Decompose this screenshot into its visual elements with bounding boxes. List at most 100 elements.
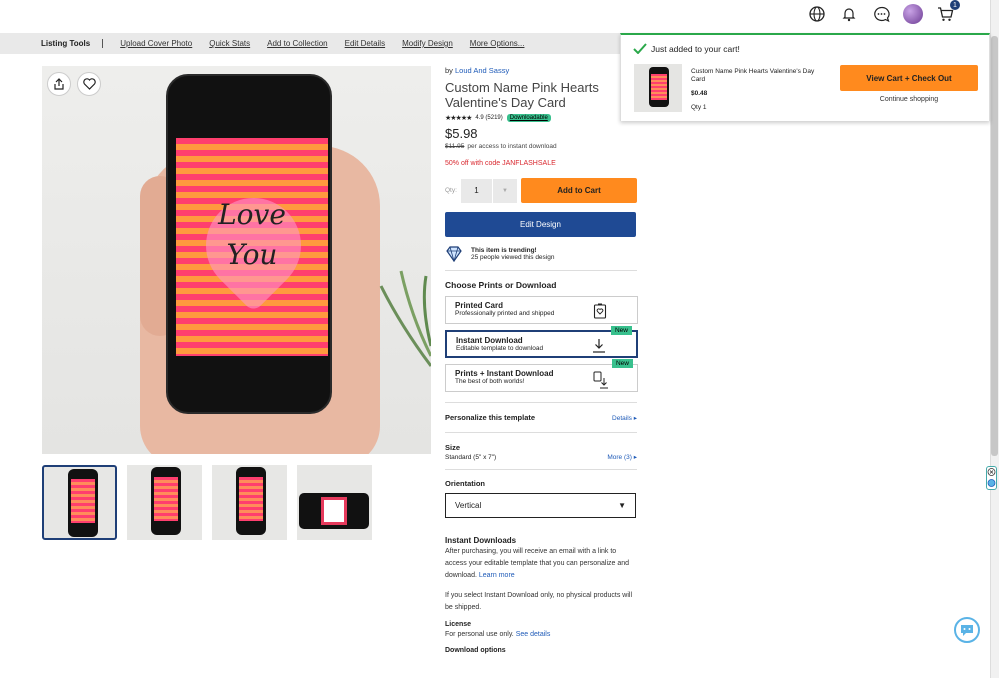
- learn-more-link[interactable]: Learn more: [479, 572, 515, 579]
- printed-card-icon: [593, 303, 607, 319]
- side-widget[interactable]: [986, 466, 997, 490]
- thumbnail-4[interactable]: [297, 465, 372, 540]
- thumbnail-1[interactable]: [42, 465, 117, 540]
- trending-sub: 25 people viewed this design: [471, 254, 555, 261]
- continue-shopping-link[interactable]: Continue shopping: [840, 96, 978, 103]
- orientation-select[interactable]: Vertical ▼: [445, 493, 636, 518]
- share-button[interactable]: [47, 72, 71, 96]
- personalize-details-link[interactable]: Details ▸: [612, 414, 637, 422]
- close-icon: [987, 468, 996, 487]
- phone-thumb-image: [151, 467, 181, 535]
- help-chat-icon: [961, 625, 973, 636]
- heart-icon: [82, 78, 96, 90]
- add-to-cart-button[interactable]: Add to Cart: [521, 178, 637, 203]
- bell-icon[interactable]: [839, 4, 859, 24]
- thumbnail-strip: [42, 465, 372, 540]
- top-bar: 1: [0, 0, 999, 33]
- rating-row: ★★★★★ 4.9 (5219) Downloadable: [445, 114, 637, 122]
- personalize-row: Personalize this template Details ▸: [445, 413, 637, 422]
- cart-item-name: Custom Name Pink Hearts Valentine's Day …: [691, 68, 815, 83]
- plant-decoration: [379, 270, 431, 367]
- size-value: Standard (5" x 7"): [445, 454, 497, 461]
- phone-landscape-thumb-image: [299, 493, 369, 529]
- chat-icon[interactable]: [871, 4, 891, 24]
- chevron-down-icon[interactable]: ▼: [493, 178, 517, 203]
- trending-title: This item is trending!: [471, 247, 537, 254]
- size-label: Size: [445, 443, 461, 452]
- option-printed-card[interactable]: Printed Card Professionally printed and …: [445, 296, 638, 324]
- popup-header: Just added to your cart!: [633, 43, 740, 54]
- size-more-text: More (3): [607, 453, 632, 461]
- qty-label: Qty:: [445, 187, 457, 194]
- phone-thumb-image: [236, 467, 266, 535]
- phone-mockup: Love You: [166, 74, 332, 414]
- promo-text: 50% off with code JANFLASHSALE: [445, 160, 556, 167]
- instant-para1: After purchasing, you will receive an em…: [445, 548, 630, 579]
- seller-line: by Loud And Sassy: [445, 66, 637, 75]
- option-title: Instant Download: [456, 336, 523, 345]
- thumb-screen: [239, 477, 263, 521]
- thumbnail-2[interactable]: [127, 465, 202, 540]
- quantity-input[interactable]: 1: [461, 178, 492, 203]
- rating-count[interactable]: 4.9 (5219): [475, 115, 502, 121]
- listing-tools-title: Listing Tools: [41, 39, 104, 48]
- thumb-screen: [321, 497, 347, 525]
- price: $5.98: [445, 126, 478, 141]
- by-prefix: by: [445, 66, 453, 75]
- seller-link[interactable]: Loud And Sassy: [455, 66, 509, 75]
- option-instant-download[interactable]: Instant Download Editable template to do…: [445, 326, 638, 358]
- edit-details-link[interactable]: Edit Details: [345, 39, 385, 48]
- view-cart-checkout-button[interactable]: View Cart + Check Out: [840, 65, 978, 91]
- quantity-row: Qty: 1 ▼ Add to Cart: [445, 178, 637, 203]
- main-product-image[interactable]: Love You: [42, 66, 431, 454]
- size-more-link[interactable]: More (3) ▸: [607, 453, 637, 461]
- scrollbar-thumb[interactable]: [991, 36, 998, 456]
- price-note: $11.95 per access to instant download: [445, 143, 637, 150]
- price-note-text: per access to instant download: [467, 143, 557, 150]
- option-title: Printed Card: [455, 301, 504, 310]
- checkmark-icon: [633, 43, 647, 54]
- globe-icon[interactable]: [807, 4, 827, 24]
- quick-stats-link[interactable]: Quick Stats: [209, 39, 250, 48]
- personalize-label: Personalize this template: [445, 413, 536, 422]
- diamond-icon: [446, 246, 462, 262]
- instant-downloads-heading: Instant Downloads: [445, 536, 517, 545]
- downloadable-badge[interactable]: Downloadable: [506, 114, 551, 122]
- trending-text: This item is trending! 25 people viewed …: [471, 247, 554, 261]
- option-sub: Editable template to download: [456, 345, 544, 352]
- rating-stars[interactable]: ★★★★★: [445, 114, 472, 122]
- new-tag: New: [610, 326, 632, 335]
- cart-screen: [651, 74, 667, 100]
- size-value-row: Standard (5" x 7") More (3) ▸: [445, 452, 637, 462]
- download-icon: [593, 339, 605, 353]
- options-heading: Choose Prints or Download: [445, 280, 557, 290]
- license-text: For personal use only.: [445, 631, 514, 638]
- details-link-text: Details: [612, 414, 632, 422]
- more-options-link[interactable]: More Options...: [470, 39, 525, 48]
- product-title: Custom Name Pink Hearts Valentine's Day …: [445, 80, 599, 110]
- print-download-icon: [593, 371, 608, 389]
- page-scrollbar[interactable]: [990, 0, 999, 678]
- see-details-link[interactable]: See details: [516, 631, 551, 638]
- option-title: Prints + Instant Download: [455, 369, 554, 378]
- thumb-screen: [71, 479, 95, 523]
- cart-icon[interactable]: 1: [935, 0, 960, 24]
- modify-design-link[interactable]: Modify Design: [402, 39, 453, 48]
- upload-cover-photo-link[interactable]: Upload Cover Photo: [120, 39, 192, 48]
- option-sub: The best of both worlds!: [455, 378, 525, 385]
- cart-phone-image: [649, 67, 669, 107]
- edit-design-button[interactable]: Edit Design: [445, 212, 636, 237]
- instant-para2: If you select Instant Download only, no …: [445, 592, 633, 611]
- phone-thumb-image: [68, 469, 98, 537]
- new-tag: New: [611, 359, 633, 368]
- avatar[interactable]: [903, 4, 923, 24]
- option-prints-and-download[interactable]: Prints + Instant Download The best of bo…: [445, 359, 638, 392]
- divider: [445, 469, 637, 470]
- favorite-button[interactable]: [77, 72, 101, 96]
- license-label: License: [445, 621, 472, 628]
- help-chat-button[interactable]: [954, 617, 980, 643]
- instant-downloads-text: After purchasing, you will receive an em…: [445, 546, 637, 582]
- thumbnail-3[interactable]: [212, 465, 287, 540]
- orientation-label-row: Orientation: [445, 479, 637, 488]
- add-to-collection-link[interactable]: Add to Collection: [267, 39, 327, 48]
